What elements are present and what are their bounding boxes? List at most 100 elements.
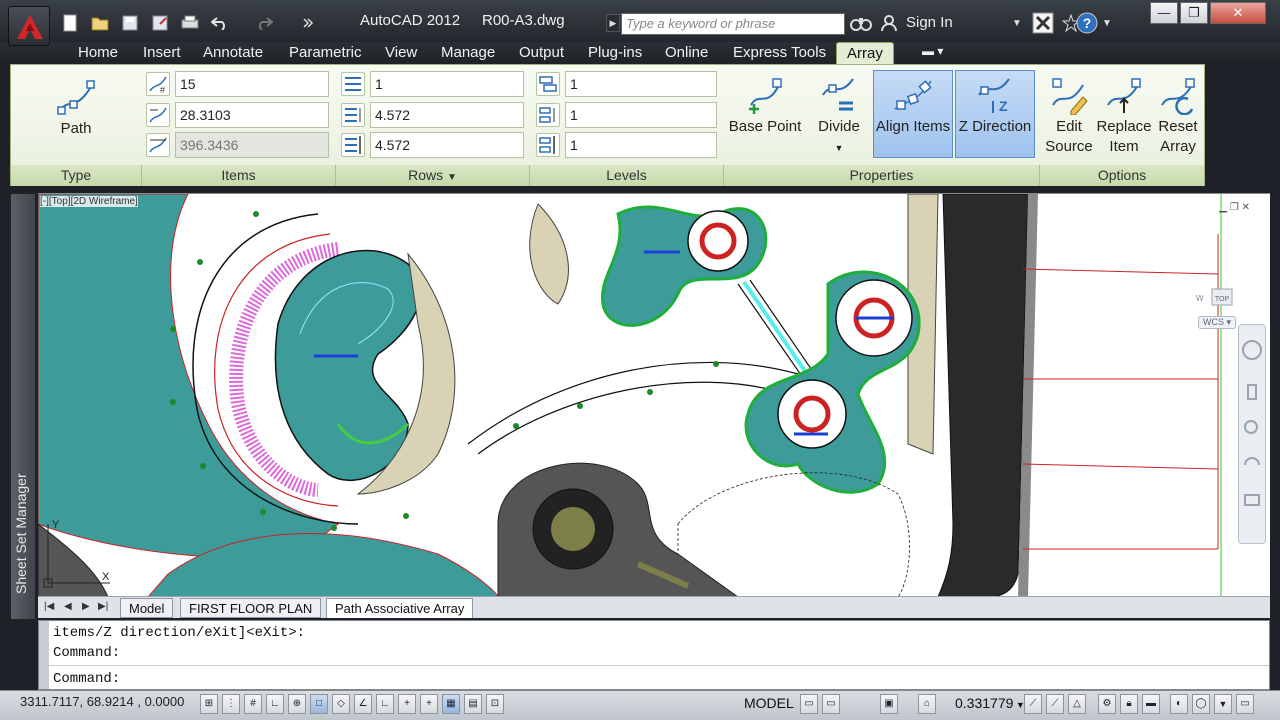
layout-tab-path-associative-array[interactable]: Path Associative Array	[326, 598, 474, 618]
user-icon[interactable]	[880, 12, 898, 34]
command-prompt-input[interactable]: Command:	[53, 671, 120, 687]
save-as-icon[interactable]	[148, 12, 172, 34]
redo-icon[interactable]	[252, 12, 276, 34]
quick-view-layouts-icon[interactable]: ▭	[800, 694, 818, 714]
rows-total-field[interactable]: 4.572	[370, 132, 524, 158]
polar-tracking-icon[interactable]: ⊕	[288, 694, 306, 714]
help-dropdown-icon[interactable]: ▼	[1102, 12, 1112, 34]
viewport-window-buttons[interactable]: ▁ ❐ ✕	[1219, 202, 1250, 213]
z-direction-button[interactable]: Z Z Direction	[955, 70, 1035, 158]
ribbon-minimize-icon[interactable]: ▬ ▾	[922, 44, 943, 64]
next-layout-icon[interactable]: ▶	[82, 601, 90, 612]
open-folder-icon[interactable]	[88, 12, 112, 34]
search-expand-icon[interactable]: ▶	[606, 14, 620, 32]
bulb-icon[interactable]: ◯	[1192, 694, 1210, 714]
undo-icon[interactable]	[208, 12, 232, 34]
annotation-scale-icon[interactable]: ⌂	[918, 694, 936, 714]
infer-constraints-icon[interactable]: ⊞	[200, 694, 218, 714]
tab-express-tools[interactable]: Express Tools	[733, 44, 826, 64]
divide-dropdown-icon[interactable]: ▼	[835, 143, 844, 153]
ortho-mode-icon[interactable]: ∟	[266, 694, 284, 714]
command-window[interactable]: items/Z direction/eXit]<eXit>: Command: …	[38, 620, 1270, 690]
sheet-set-manager-palette[interactable]: Sheet Set Manager	[10, 193, 36, 620]
quick-properties-icon[interactable]: ▤	[464, 694, 482, 714]
base-point-button[interactable]: Base Point	[727, 71, 803, 159]
wcs-menu[interactable]: WCS ▾	[1197, 316, 1236, 329]
maximize-viewport-icon[interactable]: ▣	[880, 694, 898, 714]
selection-cycling-icon[interactable]: ⊡	[486, 694, 504, 714]
hardware-acceleration-icon[interactable]: ▬	[1142, 694, 1160, 714]
edit-source-button[interactable]: Edit Source	[1043, 71, 1095, 159]
isolate-objects-icon[interactable]: ◐	[1170, 694, 1188, 714]
items-count-field[interactable]: 15	[175, 71, 329, 97]
binoculars-search-icon[interactable]	[850, 12, 872, 34]
grid-display-icon[interactable]: #	[244, 694, 262, 714]
lock-icon[interactable]: 🔒︎	[1120, 694, 1138, 714]
help-icon[interactable]: ?	[1076, 12, 1098, 34]
plot-icon[interactable]	[178, 12, 202, 34]
save-icon[interactable]	[118, 12, 142, 34]
rows-between-field[interactable]: 4.572	[370, 102, 524, 128]
gear-icon[interactable]: ⚙	[1098, 694, 1116, 714]
object-snap-tracking-icon[interactable]: ∠	[354, 694, 372, 714]
qat-expand-icon[interactable]	[296, 12, 320, 34]
align-items-button[interactable]: Align Items	[873, 70, 953, 158]
viewport-controls[interactable]: [-][Top][2D Wireframe]	[40, 196, 138, 207]
tab-manage[interactable]: Manage	[441, 44, 495, 64]
exchange-icon[interactable]	[1032, 12, 1054, 34]
search-input[interactable]: Type a keyword or phrase	[621, 13, 845, 35]
tab-insert[interactable]: Insert	[143, 44, 181, 64]
close-button[interactable]: ✕	[1210, 2, 1266, 24]
rows-panel-label[interactable]: Rows ▼	[336, 165, 530, 186]
dynamic-ucs-icon[interactable]: ∟	[376, 694, 394, 714]
levels-total-field[interactable]: 1	[565, 132, 717, 158]
snap-mode-icon[interactable]: ⋮	[222, 694, 240, 714]
viewcube-west[interactable]: W	[1196, 294, 1204, 303]
new-file-icon[interactable]	[58, 12, 82, 34]
quick-view-drawings-icon[interactable]: ▭	[822, 694, 840, 714]
tab-array[interactable]: Array	[836, 42, 894, 64]
restore-button[interactable]: ❐	[1180, 2, 1208, 24]
3d-object-snap-icon[interactable]: ◇	[332, 694, 350, 714]
levels-between-field[interactable]: 1	[565, 102, 717, 128]
transparency-icon[interactable]: ▦	[442, 694, 460, 714]
rows-dropdown-icon[interactable]: ▼	[447, 172, 457, 183]
dynamic-input-icon[interactable]: +	[398, 694, 416, 714]
status-bar-menu-icon[interactable]: ▼	[1214, 694, 1232, 714]
tab-output[interactable]: Output	[519, 44, 564, 64]
viewcube-top-face[interactable]: TOP	[1215, 296, 1230, 303]
prev-layout-icon[interactable]: ◀	[64, 601, 72, 612]
cursor-coordinates[interactable]: 3311.7117, 68.9214 , 0.0000	[20, 694, 184, 709]
tab-view[interactable]: View	[385, 44, 417, 64]
items-between-field[interactable]: 28.3103	[175, 102, 329, 128]
last-layout-icon[interactable]: ▶|	[98, 601, 108, 612]
object-snap-icon[interactable]: □	[310, 694, 328, 714]
layout-tab-model[interactable]: Model	[120, 598, 174, 618]
model-space-toggle[interactable]: MODEL	[744, 695, 794, 711]
application-menu-button[interactable]	[8, 6, 50, 46]
navigation-bar[interactable]	[1238, 324, 1266, 544]
path-type-button[interactable]: Path	[41, 73, 111, 143]
layout-tab-first-floor-plan[interactable]: FIRST FLOOR PLAN	[180, 598, 322, 618]
clean-screen-icon[interactable]: ▭	[1236, 694, 1254, 714]
tab-annotate[interactable]: Annotate	[203, 44, 263, 64]
rows-count-field[interactable]: 1	[370, 71, 524, 97]
levels-count-field[interactable]: 1	[565, 71, 717, 97]
annotation-visibility-icon[interactable]: ⟋	[1024, 694, 1042, 714]
drawing-canvas[interactable]: [-][Top][2D Wireframe] ▁ ❐ ✕ Y X TOP W W…	[38, 193, 1270, 596]
annotation-scale[interactable]: 0.331779 ▼	[955, 695, 1025, 711]
replace-item-button[interactable]: Replace Item	[1095, 71, 1153, 159]
first-layout-icon[interactable]: |◀	[44, 601, 54, 612]
minimize-button[interactable]: —	[1150, 2, 1178, 24]
tab-home[interactable]: Home	[78, 44, 118, 64]
lineweight-icon[interactable]: +	[420, 694, 438, 714]
tab-parametric[interactable]: Parametric	[289, 44, 362, 64]
command-window-grip[interactable]	[39, 621, 49, 689]
divide-button[interactable]: Divide ▼	[809, 71, 869, 159]
reset-array-button[interactable]: Reset Array	[1153, 71, 1203, 159]
tab-online[interactable]: Online	[665, 44, 708, 64]
sign-in-dropdown-icon[interactable]: ▼	[1012, 12, 1022, 34]
tab-plug-ins[interactable]: Plug-ins	[588, 44, 642, 64]
auto-scale-icon[interactable]: ⟋	[1046, 694, 1064, 714]
workspace-switching-icon[interactable]: △	[1068, 694, 1086, 714]
